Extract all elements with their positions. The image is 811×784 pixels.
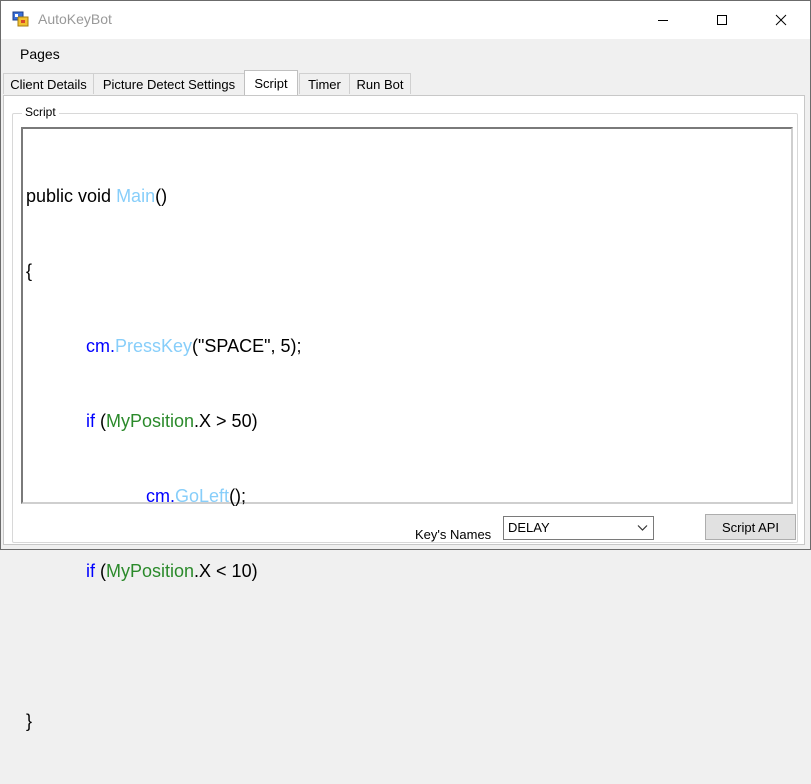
code-token: cm [86, 336, 110, 356]
title-bar[interactable]: AutoKeyBot [1, 1, 810, 39]
code-line: if (MyPosition.X > 50) [26, 409, 302, 434]
code-token: { [26, 261, 33, 281]
tab-client-details[interactable]: Client Details [3, 73, 94, 94]
minimize-button[interactable] [634, 1, 692, 39]
tab-timer[interactable]: Timer [299, 73, 350, 94]
code-line: { [26, 259, 302, 284]
script-api-button[interactable]: Script API [705, 514, 796, 540]
script-code: public void Main() { cm.PressKey("SPACE"… [26, 134, 302, 784]
keys-names-select[interactable]: DELAY [503, 516, 654, 540]
code-line-blank: ​ [26, 634, 302, 659]
window-title: AutoKeyBot [38, 11, 112, 27]
code-token: MyPosition [106, 561, 195, 581]
tab-label: Run Bot [356, 76, 404, 92]
menu-item-pages[interactable]: Pages [13, 44, 67, 64]
code-token: } [26, 711, 33, 731]
code-token: ("SPACE", 5); [192, 336, 302, 356]
tab-label: Script [254, 75, 288, 91]
menu-bar: Pages [1, 39, 810, 69]
close-button[interactable] [752, 1, 810, 39]
script-api-label: Script API [721, 519, 780, 535]
code-token: MyPosition [106, 411, 195, 431]
close-icon [775, 14, 787, 26]
code-token: (); [229, 486, 247, 506]
tab-run-bot[interactable]: Run Bot [349, 73, 411, 94]
minimize-icon [658, 20, 668, 21]
script-editor[interactable]: public void Main() { cm.PressKey("SPACE"… [21, 127, 793, 731]
code-token: .X > 50) [194, 411, 258, 431]
script-group-label: Script [22, 105, 59, 119]
tab-label: Picture Detect Settings [102, 76, 236, 92]
keys-names-label: Key's Names [415, 527, 492, 542]
code-line: public void Main() [26, 184, 302, 209]
chevron-down-icon [637, 525, 648, 531]
tab-label: Timer [308, 76, 341, 92]
code-token: ( [95, 561, 106, 581]
code-line: } [26, 709, 302, 734]
code-token: Main [116, 186, 156, 206]
code-token: if [86, 411, 95, 431]
tab-label: Client Details [10, 76, 87, 92]
tab-script[interactable]: Script [244, 70, 298, 95]
code-token: ( [95, 411, 106, 431]
tab-picture-detect-settings[interactable]: Picture Detect Settings [93, 73, 245, 94]
code-token: PressKey [115, 336, 193, 356]
keys-names-value: DELAY [508, 520, 550, 535]
maximize-icon [717, 15, 727, 25]
code-token: public void [26, 186, 117, 206]
code-token: if [86, 561, 95, 581]
code-token: GoLeft [175, 486, 230, 506]
code-token: () [155, 186, 168, 206]
maximize-button[interactable] [693, 1, 751, 39]
code-line: if (MyPosition.X < 10) [26, 559, 302, 584]
code-token: cm [146, 486, 170, 506]
code-line: cm.GoLeft(); [26, 484, 302, 509]
app-icon [12, 11, 29, 27]
code-line: cm.PressKey("SPACE", 5); [26, 334, 302, 359]
code-token: .X < 10) [194, 561, 258, 581]
